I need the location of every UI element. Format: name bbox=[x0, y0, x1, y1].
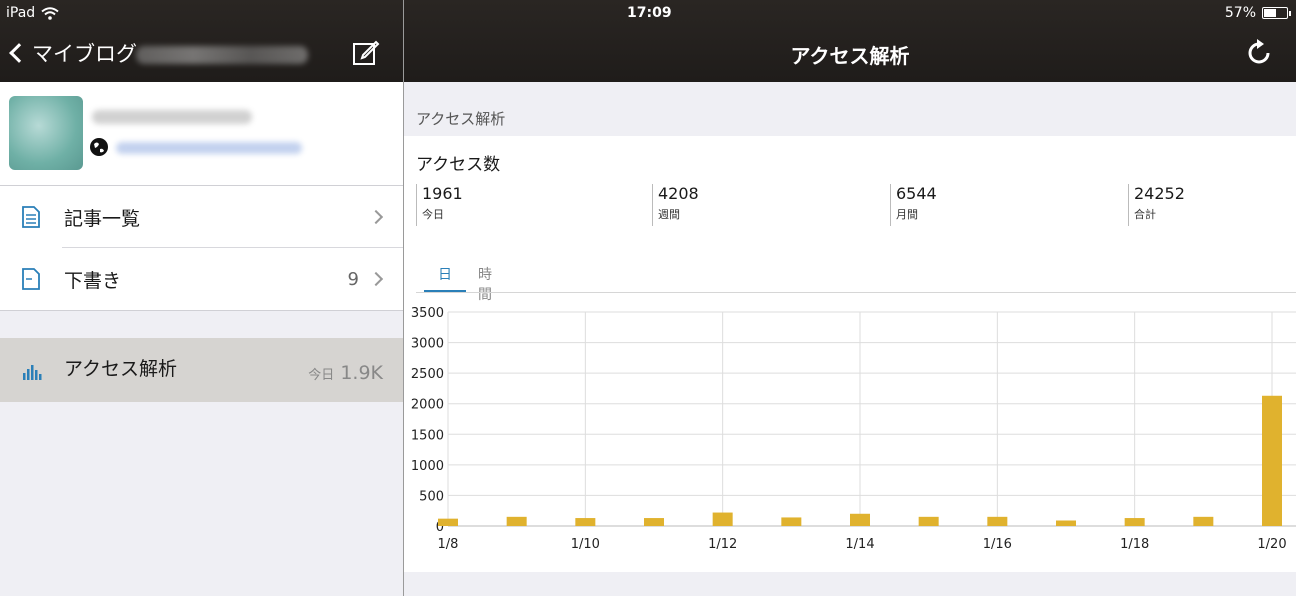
sidebar: 記事一覧 下書き 9 アクセス解析 今日 1.9K bbox=[0, 82, 403, 596]
today-value: 1.9K bbox=[340, 362, 383, 384]
y-tick-label: 2500 bbox=[411, 367, 444, 382]
back-label: マイブログ bbox=[32, 42, 137, 66]
blurred-blog-name bbox=[136, 46, 308, 64]
stat-total: 24252 合計 bbox=[1128, 184, 1185, 226]
bar-1-17 bbox=[1056, 520, 1076, 526]
back-button[interactable]: マイブログ bbox=[8, 38, 137, 68]
stats-row: 1961 今日 4208 週間 6544 月間 24252 合計 bbox=[416, 184, 1296, 228]
stat-label: 合計 bbox=[1134, 208, 1156, 221]
x-tick-label: 1/14 bbox=[845, 537, 874, 552]
bar-1-16 bbox=[987, 516, 1008, 526]
sidebar-item-access-analytics[interactable]: アクセス解析 今日 1.9K bbox=[0, 338, 403, 402]
x-tick-label: 1/12 bbox=[708, 537, 737, 552]
blurred-blog-url bbox=[116, 142, 302, 154]
clock: 17:09 bbox=[627, 5, 672, 21]
y-tick-label: 500 bbox=[419, 489, 444, 504]
stat-label: 月間 bbox=[896, 208, 918, 221]
split-divider bbox=[403, 0, 404, 596]
y-tick-label: 1500 bbox=[411, 428, 444, 443]
tab-hour[interactable]: 時間 bbox=[478, 264, 492, 304]
tab-day[interactable]: 日 bbox=[438, 264, 452, 284]
chevron-left-icon bbox=[9, 43, 29, 63]
today-label: 今日 bbox=[308, 368, 335, 383]
document-icon bbox=[22, 268, 40, 290]
refresh-icon[interactable] bbox=[1244, 38, 1274, 68]
battery-indicator: 57% bbox=[1224, 5, 1291, 21]
y-tick-label: 2000 bbox=[411, 398, 444, 413]
document-list-icon bbox=[22, 206, 40, 228]
blurred-profile-name bbox=[92, 110, 252, 124]
sidebar-menu: 記事一覧 下書き 9 bbox=[0, 186, 403, 310]
sidebar-item-label: アクセス解析 bbox=[64, 358, 178, 380]
stat-value: 1961 bbox=[422, 184, 463, 203]
sidebar-item-label: 記事一覧 bbox=[64, 207, 141, 230]
bar-1-8 bbox=[438, 518, 458, 526]
page-title: アクセス解析 bbox=[790, 44, 910, 68]
card-title: アクセス数 bbox=[416, 155, 501, 175]
y-tick-label: 3500 bbox=[411, 306, 444, 321]
access-bar-chart: 05001000150020002500300035001/8 1/10 1/12 1… bbox=[411, 306, 1296, 552]
y-tick-label: 3000 bbox=[411, 337, 444, 352]
bar-1-18 bbox=[1124, 518, 1145, 526]
main-nav-bar: アクセス解析 bbox=[404, 30, 1296, 78]
status-bar: iPad 17:09 57% bbox=[0, 0, 1296, 28]
access-card: アクセス数 1961 今日 4208 週間 6544 月間 24252 合計 日… bbox=[404, 136, 1296, 572]
x-tick-label: 1/20 bbox=[1257, 537, 1286, 552]
stat-month: 6544 月間 bbox=[890, 184, 937, 226]
avatar bbox=[9, 96, 83, 170]
bar-chart-icon bbox=[23, 365, 42, 380]
x-tick-label: 1/16 bbox=[983, 537, 1012, 552]
globe-icon bbox=[90, 138, 108, 156]
section-header: アクセス解析 bbox=[416, 110, 506, 128]
sidebar-item-label: 下書き bbox=[64, 269, 122, 292]
bar-1-11 bbox=[644, 518, 664, 526]
x-tick-label: 1/8 bbox=[438, 537, 459, 552]
main-panel: アクセス解析 アクセス数 1961 今日 4208 週間 6544 月間 242… bbox=[404, 82, 1296, 596]
bar-1-15 bbox=[918, 516, 939, 526]
stat-today: 1961 今日 bbox=[416, 184, 463, 226]
carrier-indicator: iPad bbox=[6, 5, 59, 21]
app-window: iPad 17:09 57% マイブログ アクセス解析 記事一覧 下書き 9 ア… bbox=[0, 0, 1296, 596]
wifi-icon bbox=[41, 6, 59, 20]
bar-1-13 bbox=[781, 517, 802, 526]
battery-percent: 57% bbox=[1224, 5, 1256, 21]
x-tick-label: 1/10 bbox=[571, 537, 600, 552]
carrier-label: iPad bbox=[6, 5, 36, 21]
y-tick-label: 1000 bbox=[411, 459, 444, 474]
top-bar: iPad 17:09 57% マイブログ アクセス解析 bbox=[0, 0, 1296, 82]
bar-1-14 bbox=[850, 513, 870, 526]
bar-1-19 bbox=[1193, 516, 1214, 526]
stat-label: 週間 bbox=[658, 208, 680, 221]
battery-icon bbox=[1262, 7, 1291, 19]
sidebar-nav-bar: マイブログ bbox=[0, 30, 403, 78]
stat-label: 今日 bbox=[422, 208, 444, 221]
x-tick-label: 1/18 bbox=[1120, 537, 1149, 552]
stat-week: 4208 週間 bbox=[652, 184, 699, 226]
today-count: 今日 1.9K bbox=[308, 362, 383, 384]
stat-value: 4208 bbox=[658, 184, 699, 203]
bar-1-12 bbox=[712, 512, 733, 526]
profile-card[interactable] bbox=[0, 82, 403, 186]
bar-1-20 bbox=[1262, 395, 1282, 526]
bar-1-9 bbox=[506, 516, 527, 526]
stat-value: 24252 bbox=[1134, 184, 1185, 203]
sidebar-item-count: 9 bbox=[347, 268, 359, 290]
stat-value: 6544 bbox=[896, 184, 937, 203]
chevron-right-icon bbox=[368, 271, 384, 287]
chevron-right-icon bbox=[368, 209, 384, 225]
sidebar-item-drafts[interactable]: 下書き 9 bbox=[0, 248, 403, 310]
sidebar-item-articles[interactable]: 記事一覧 bbox=[0, 186, 403, 248]
compose-icon[interactable] bbox=[352, 38, 380, 66]
bar-1-10 bbox=[575, 518, 596, 526]
